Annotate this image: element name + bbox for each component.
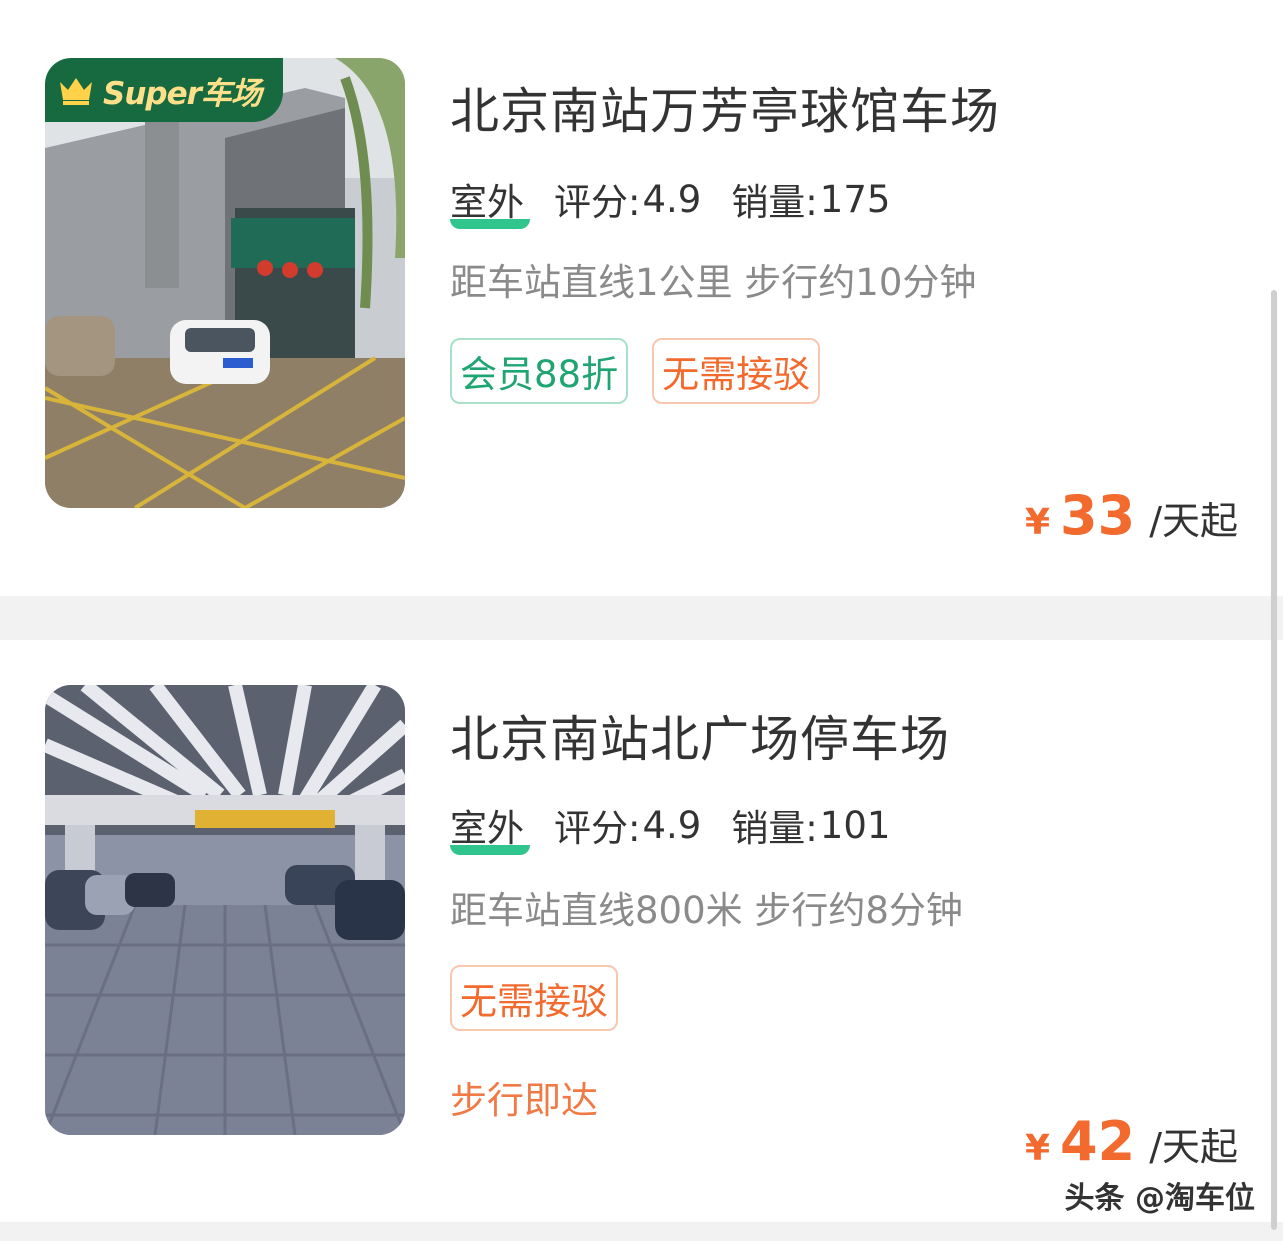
sales-label: 销量:	[731, 807, 818, 850]
environment-label: 室外	[450, 172, 530, 229]
scrollbar[interactable]	[1271, 290, 1277, 1230]
no-shuttle-tag: 无需接驳	[450, 965, 618, 1031]
price-amount: 42	[1060, 1110, 1136, 1173]
parking-title[interactable]: 北京南站万芳亭球馆车场	[450, 72, 1000, 143]
rating-value: 4.9	[642, 177, 702, 221]
price-currency: ¥	[1024, 1128, 1051, 1169]
price-currency: ¥	[1024, 502, 1051, 543]
super-parking-badge: Super车场	[45, 58, 283, 122]
tag-list: 无需接驳	[450, 965, 618, 1031]
badge-label: Super车场	[103, 75, 262, 112]
rating-label: 评分:	[554, 181, 641, 224]
parking-title[interactable]: 北京南站北广场停车场	[450, 700, 950, 771]
crown-icon	[60, 78, 92, 105]
price: ¥ 42 /天起	[1025, 1110, 1238, 1173]
no-shuttle-tag: 无需接驳	[652, 338, 821, 404]
sales-value: 175	[819, 177, 891, 221]
distance-info: 距车站直线1公里 步行约10分钟	[450, 261, 977, 304]
sales-label: 销量:	[731, 181, 818, 224]
member-discount-tag: 会员88折	[450, 338, 629, 404]
distance-info: 距车站直线800米 步行约8分钟	[450, 889, 963, 932]
price: ¥ 33 /天起	[1025, 484, 1238, 547]
tag-list: 会员88折 无需接驳	[450, 338, 821, 404]
parking-photo-image	[45, 685, 405, 1135]
rating-value: 4.9	[642, 803, 702, 847]
parking-card[interactable]: 北京南站北广场停车场 室外 评分: 4.9 销量: 101 距车站直线800米 …	[0, 640, 1283, 1222]
parking-list-page: Super车场 北京南站万芳亭球馆车场 室外 评分: 4.9 销量: 175 距…	[0, 0, 1283, 1241]
parking-meta: 室外 评分: 4.9 销量: 175	[450, 172, 920, 229]
parking-photo[interactable]: Super车场	[45, 58, 405, 508]
parking-card[interactable]: Super车场 北京南站万芳亭球馆车场 室外 评分: 4.9 销量: 175 距…	[0, 0, 1283, 596]
parking-photo-image	[45, 58, 405, 508]
watermark: 头条 @淘车位	[1064, 1181, 1255, 1216]
environment-label: 室外	[450, 798, 530, 855]
parking-meta: 室外 评分: 4.9 销量: 101	[450, 798, 920, 855]
sales-value: 101	[819, 803, 891, 847]
rating-label: 评分:	[554, 807, 641, 850]
price-amount: 33	[1060, 484, 1136, 547]
price-unit: /天起	[1149, 1125, 1238, 1169]
walk-note: 步行即达	[450, 1079, 598, 1122]
parking-photo[interactable]	[45, 685, 405, 1135]
price-unit: /天起	[1149, 499, 1238, 543]
